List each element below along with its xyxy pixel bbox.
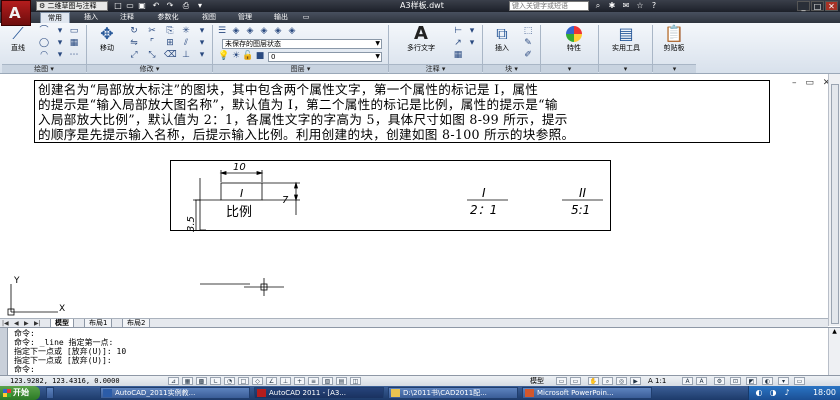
steering-wheel-icon[interactable]: ◎ [616,377,627,385]
tray-icon[interactable]: ◑ [767,388,779,398]
coordinate-readout[interactable]: 123.9282, 123.4316, 0.0000 [10,376,120,386]
quick-view-layouts-icon[interactable]: ▭ [556,377,567,385]
model-space-label[interactable]: 模型 [530,376,544,386]
layout-tabs: |◀ ◀ ▶ ▶| 模型 布局1 布局2 [0,318,828,328]
tray-icon[interactable]: ◐ [753,388,765,398]
grid-display-icon[interactable]: ▩ [196,377,207,385]
object-snap-icon[interactable]: □ [238,377,249,385]
attr-scale-label: 比例 [226,205,252,220]
quick-launch-icon[interactable] [46,387,54,399]
dim-top-label: 10 [233,162,246,173]
command-scrollbar[interactable]: ▲ [828,328,840,376]
command-history-line: 指定下一点或 [放弃(U)]: 10 [14,347,127,356]
taskbar-item-label: Microsoft PowerPoin... [537,389,614,397]
annotation-scale[interactable]: A 1:1 [648,376,666,386]
lock-icon[interactable]: ⊡ [730,377,741,385]
windows-taskbar: 开始 AutoCAD_2011实例教... AutoCAD 2011 - [A3… [0,386,840,400]
status-bar: 123.9282, 123.4316, 0.0000 ⊿ ▦ ▩ ∟ ◔ □ ◇… [0,375,840,386]
taskbar-item-word[interactable]: AutoCAD_2011实例教... [100,387,250,399]
folder-icon [391,389,400,397]
showmotion-icon[interactable]: ▶ [630,377,641,385]
annotation-visibility-icon[interactable]: A [682,377,693,385]
dim-left-label: 3.5 [186,216,197,232]
taskbar-item-explorer[interactable]: D:\2011书\CAD2011配... [388,387,518,399]
dim-right-label: 7 [282,195,289,206]
windows-logo-icon [3,389,11,397]
autocad-icon [257,389,266,397]
snap-mode-icon[interactable]: ▦ [182,377,193,385]
dimension-arrow [256,170,264,176]
lineweight-icon[interactable]: ≡ [308,377,319,385]
start-button[interactable]: 开始 [0,386,40,400]
polar-tracking-icon[interactable]: ◔ [224,377,235,385]
ref2-top-label: II [579,186,587,200]
volume-icon[interactable]: ♪ [781,388,793,398]
workspace-switching-icon[interactable]: ⚙ [714,377,725,385]
isolate-objects-icon[interactable]: ◐ [762,377,773,385]
hardware-acceleration-icon[interactable]: ◩ [746,377,757,385]
start-label: 开始 [13,388,29,397]
word-icon [103,389,112,397]
clock[interactable]: 18:00 [813,386,836,400]
taskbar-item-label: AutoCAD 2011 - [A3... [269,389,346,397]
powerpoint-icon [525,389,534,397]
ucs-x-label: X [59,304,65,314]
command-window: 命令: 命令: _line 指定第一点: 指定下一点或 [放弃(U)]: 10 … [0,327,840,376]
block-attribute-drawing [7,170,603,316]
figure-labels: 10 I 比例 7 3.5 I 2：1 II 5:1 Y X [13,162,590,314]
command-history-line: 命令: _line 指定第一点: [14,338,114,347]
dimension-arrow [293,181,299,189]
object-snap-tracking-icon[interactable]: ∠ [266,377,277,385]
dynamic-input-icon[interactable]: + [294,377,305,385]
ref1-bottom-label: 2：1 [470,203,497,217]
command-prompt[interactable]: 命令: [14,365,126,374]
ref1-top-label: I [482,186,486,200]
command-history-line: 命令: [14,329,35,338]
infer-constraints-icon[interactable]: ⊿ [168,377,179,385]
clean-screen-icon[interactable]: ▭ [794,377,805,385]
selection-cycling-icon[interactable]: ◫ [350,377,361,385]
taskbar-item-autocad[interactable]: AutoCAD 2011 - [A3... [254,387,384,399]
autocad-logo[interactable]: A [1,0,31,26]
taskbar-item-label: D:\2011书\CAD2011配... [403,389,487,397]
zoom-icon[interactable]: ⌕ [602,377,613,385]
status-bar-menu-icon[interactable]: ▾ [778,377,789,385]
command-history-line: 指定下一点或 [放弃(U)]: [14,356,112,365]
dynamic-ucs-icon[interactable]: ⊥ [280,377,291,385]
ortho-mode-icon[interactable]: ∟ [210,377,221,385]
dimension-arrow [293,194,299,202]
pan-icon[interactable]: ✋ [588,377,599,385]
command-history: 命令: 命令: _line 指定第一点: 指定下一点或 [放弃(U)]: 10 … [14,329,126,374]
ucs-y-label: Y [13,276,20,286]
attr-name-label: I [240,187,243,200]
command-window-handle[interactable] [0,328,8,376]
taskbar-item-powerpoint[interactable]: Microsoft PowerPoin... [522,387,652,399]
quick-properties-icon[interactable]: ▤ [336,377,347,385]
transparency-icon[interactable]: ▧ [322,377,333,385]
ref2-bottom-label: 5:1 [571,203,590,217]
auto-scale-icon[interactable]: A [696,377,707,385]
taskbar-item-label: AutoCAD_2011实例教... [115,389,196,397]
dimension-arrow [219,170,227,176]
quick-view-drawings-icon[interactable]: ▭ [570,377,581,385]
system-tray: ◐ ◑ ♪ 18:00 [748,386,840,400]
3d-object-snap-icon[interactable]: ◇ [252,377,263,385]
